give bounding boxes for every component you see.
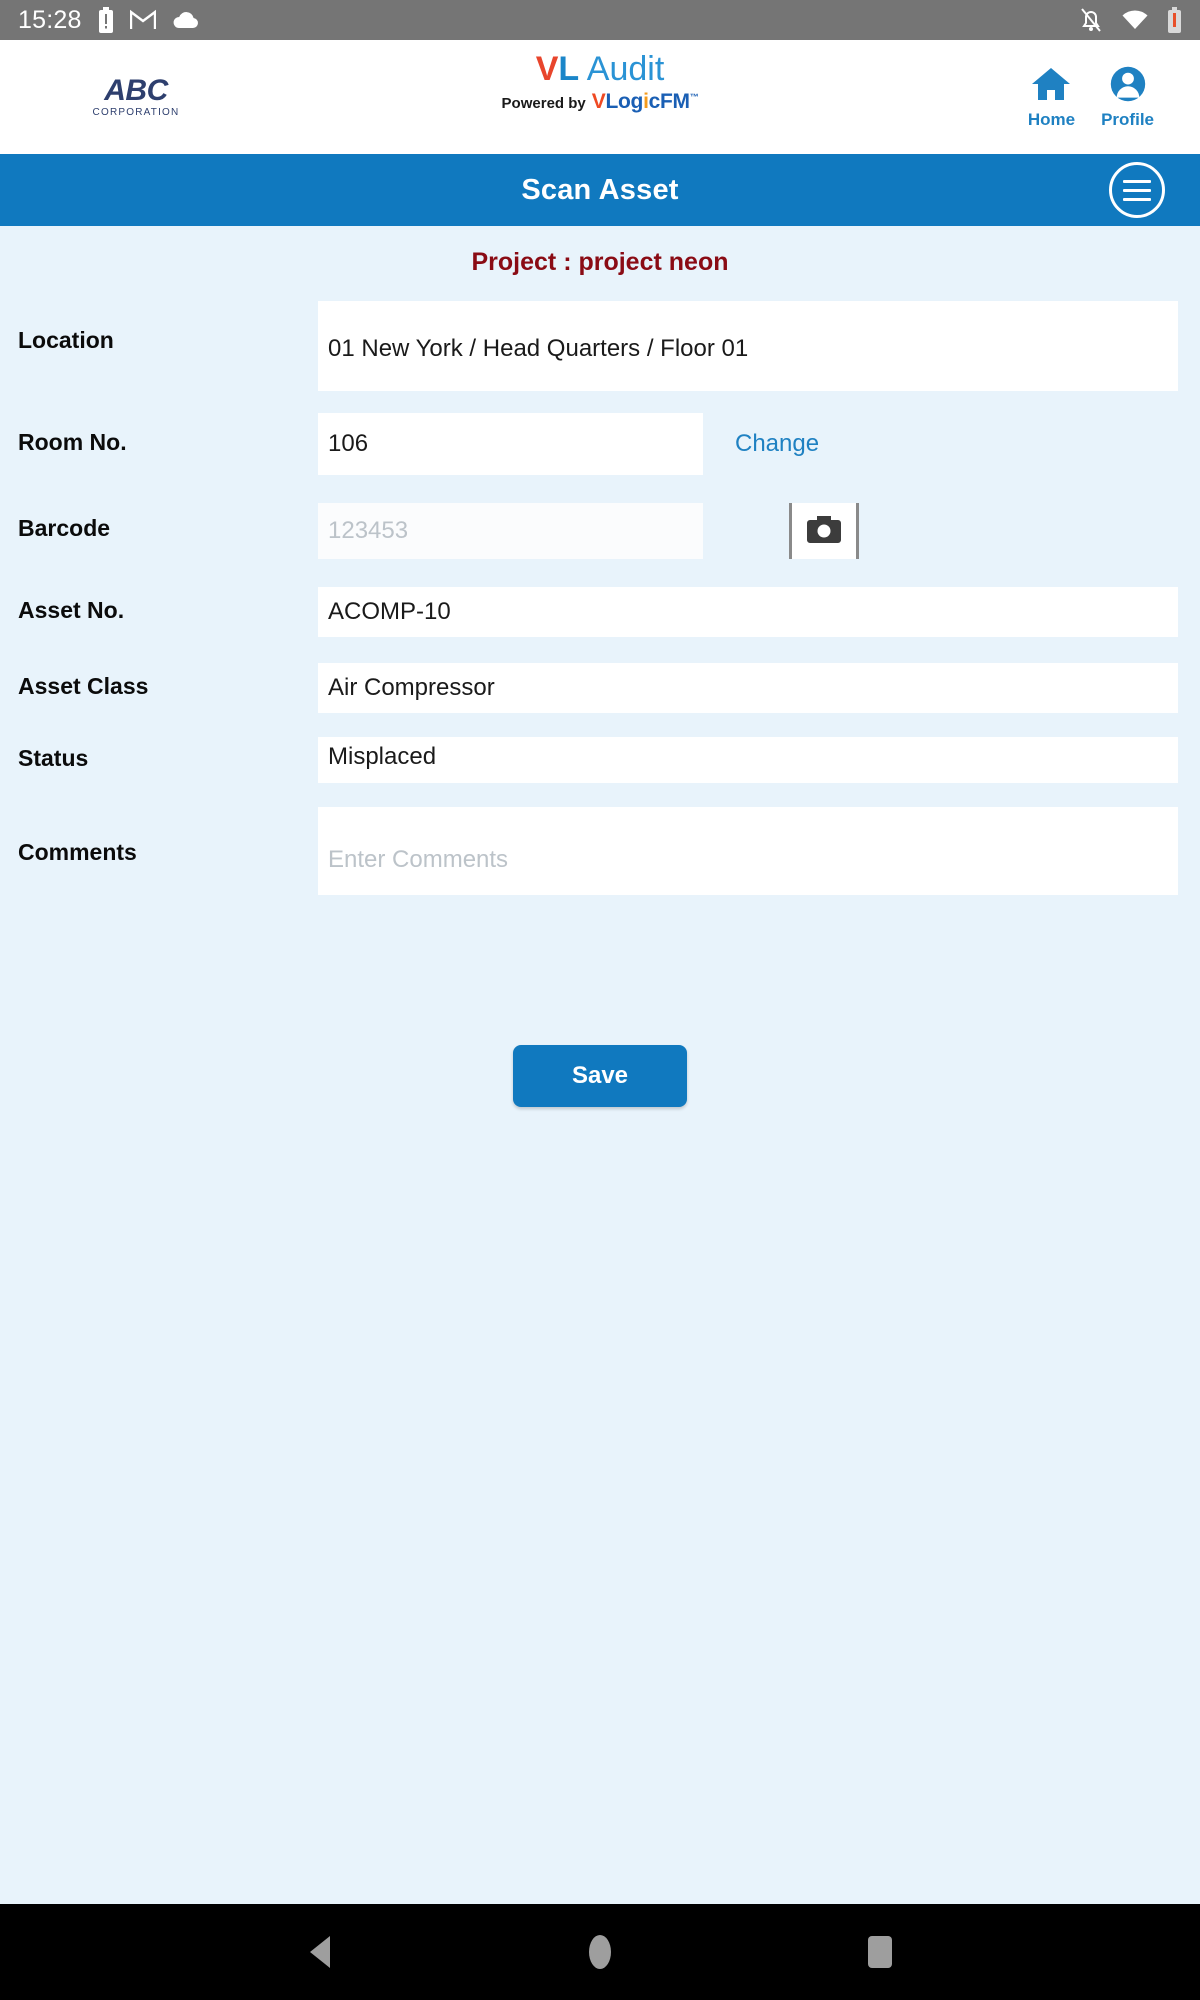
vendor-logo-fm: FM bbox=[660, 89, 690, 113]
profile-button[interactable]: Profile bbox=[1101, 65, 1154, 130]
form-row-location: Location bbox=[0, 301, 1200, 399]
menu-line bbox=[1123, 188, 1151, 192]
home-icon bbox=[1029, 65, 1073, 108]
form-row-comments: Comments bbox=[0, 807, 1200, 895]
status-bar-left: 15:28 bbox=[18, 6, 200, 35]
asset-no-input[interactable] bbox=[318, 587, 1178, 637]
vendor-logo-tm: ™ bbox=[689, 91, 699, 102]
form-row-barcode: Barcode bbox=[0, 503, 1200, 559]
camera-icon bbox=[806, 514, 842, 549]
recents-icon bbox=[868, 1936, 892, 1968]
vendor-logo: VLogicFM™ bbox=[592, 90, 699, 114]
form-row-status: Status bbox=[0, 737, 1200, 783]
form-row-asset-class: Asset Class bbox=[0, 663, 1200, 713]
status-bar-clock: 15:28 bbox=[18, 5, 82, 34]
asset-class-label: Asset Class bbox=[18, 673, 149, 699]
hamburger-menu-icon[interactable] bbox=[1109, 162, 1165, 218]
vendor-logo-v: V bbox=[591, 89, 606, 113]
scan-barcode-camera-button[interactable] bbox=[789, 503, 859, 559]
status-bar-right bbox=[1079, 7, 1182, 33]
battery-low-icon bbox=[1167, 7, 1182, 33]
menu-line bbox=[1123, 179, 1151, 183]
gmail-icon bbox=[129, 9, 156, 31]
battery-alert-icon bbox=[98, 7, 114, 33]
page-title-bar: Scan Asset bbox=[0, 154, 1200, 226]
status-input[interactable] bbox=[318, 737, 1178, 783]
brand-header: ABC CORPORATION VL Audit Powered by VLog… bbox=[0, 40, 1200, 154]
app-logo-l: L bbox=[558, 50, 580, 88]
app-logo-title: VL Audit bbox=[535, 50, 665, 88]
vendor-logo-log: Log bbox=[605, 89, 644, 113]
back-icon bbox=[310, 1936, 330, 1968]
location-input[interactable] bbox=[318, 301, 1178, 391]
home-button[interactable]: Home bbox=[1028, 65, 1075, 130]
change-room-link[interactable]: Change bbox=[735, 413, 819, 475]
nav-home-button[interactable] bbox=[570, 1922, 630, 1982]
status-label: Status bbox=[18, 745, 89, 771]
home-circle-icon bbox=[589, 1935, 611, 1969]
save-button[interactable]: Save bbox=[513, 1045, 687, 1107]
status-field-wrap bbox=[318, 737, 1178, 783]
company-logo-subtitle: CORPORATION bbox=[92, 107, 180, 118]
company-logo-name: ABC bbox=[104, 74, 168, 107]
comments-label: Comments bbox=[18, 839, 137, 865]
main-content: Project : project neon Location Room No.… bbox=[0, 226, 1200, 1904]
home-button-label: Home bbox=[1027, 109, 1076, 129]
barcode-field-wrap bbox=[318, 503, 1178, 559]
form-row-asset-no: Asset No. bbox=[0, 587, 1200, 637]
comments-field-wrap bbox=[318, 807, 1178, 895]
android-status-bar: 15:28 bbox=[0, 0, 1200, 40]
menu-line bbox=[1123, 197, 1151, 201]
nav-recents-button[interactable] bbox=[850, 1922, 910, 1982]
profile-button-label: Profile bbox=[1101, 109, 1154, 129]
vendor-logo-c: c bbox=[648, 89, 661, 113]
app-logo-v: V bbox=[535, 50, 559, 88]
asset-class-input[interactable] bbox=[318, 663, 1178, 713]
save-button-wrap: Save bbox=[0, 1045, 1200, 1107]
powered-by-line: Powered by VLogicFM™ bbox=[502, 90, 699, 114]
company-logo: ABC CORPORATION bbox=[56, 76, 216, 118]
asset-no-label: Asset No. bbox=[18, 597, 125, 623]
header-actions: Home Profile bbox=[1028, 65, 1154, 130]
asset-class-field-wrap bbox=[318, 663, 1178, 713]
app-logo-audit: Audit bbox=[579, 50, 665, 88]
room-no-label: Room No. bbox=[18, 429, 127, 455]
location-label: Location bbox=[18, 327, 114, 353]
barcode-label: Barcode bbox=[18, 515, 111, 541]
app-logo: VL Audit Powered by VLogicFM™ bbox=[502, 50, 699, 114]
nav-back-button[interactable] bbox=[290, 1922, 350, 1982]
project-label: Project : project neon bbox=[471, 248, 729, 276]
notifications-off-icon bbox=[1079, 7, 1103, 33]
powered-by-label: Powered by bbox=[501, 94, 586, 112]
cloud-icon bbox=[172, 10, 200, 30]
room-no-field-wrap: Change bbox=[318, 413, 1178, 475]
comments-input[interactable] bbox=[318, 807, 1178, 895]
form-row-room-no: Room No. Change bbox=[0, 413, 1200, 475]
page-title: Scan Asset bbox=[521, 173, 679, 206]
android-nav-bar bbox=[0, 1904, 1200, 2000]
wifi-icon bbox=[1121, 9, 1149, 31]
profile-icon bbox=[1107, 65, 1149, 108]
app-screen: 15:28 ABC CORPORATION VL Audit Powered b… bbox=[0, 0, 1200, 2000]
room-no-input[interactable] bbox=[318, 413, 703, 475]
barcode-input[interactable] bbox=[318, 503, 703, 559]
asset-no-field-wrap bbox=[318, 587, 1178, 637]
location-field-wrap bbox=[318, 301, 1178, 391]
